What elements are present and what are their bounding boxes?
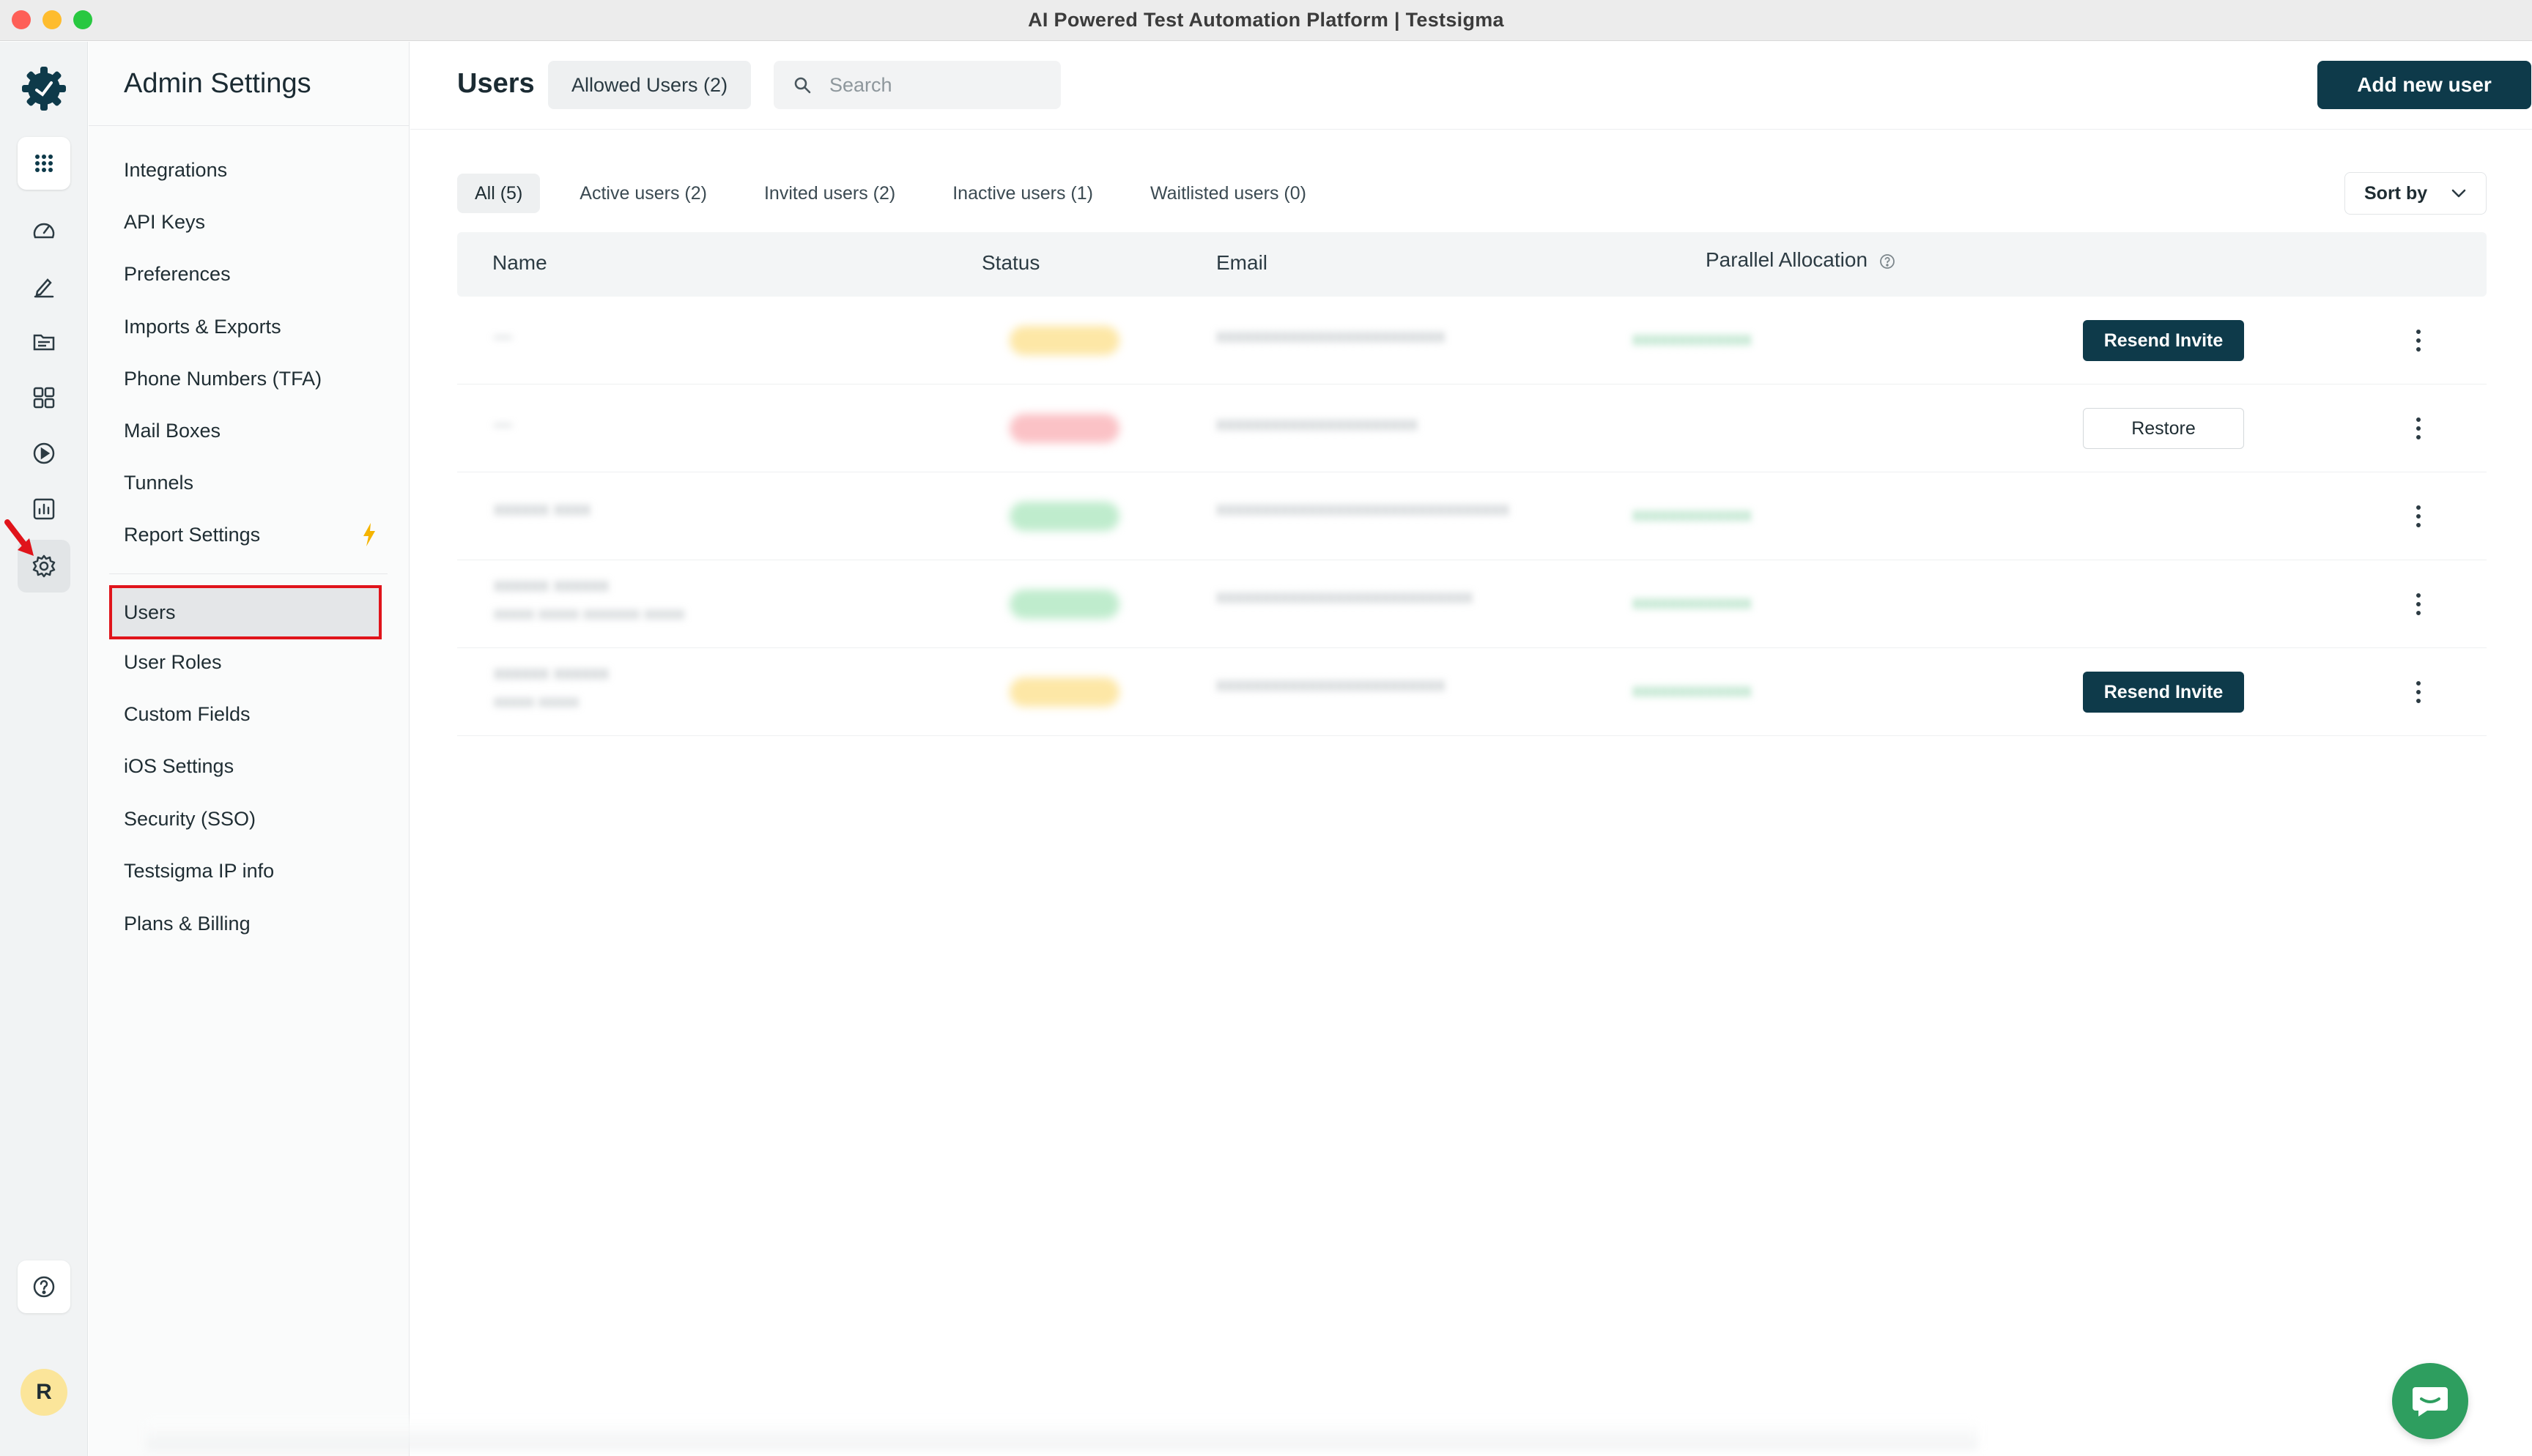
menu-item-imports-exports[interactable]: Imports & Exports	[124, 316, 281, 338]
tab-invited-users[interactable]: Invited users (2)	[747, 174, 913, 213]
column-email[interactable]: Email	[1216, 251, 1267, 275]
menu-item-phone-numbers[interactable]: Phone Numbers (TFA)	[124, 368, 322, 390]
page-header: Users Allowed Users (2) Add new user	[410, 42, 2532, 130]
search-icon	[794, 77, 811, 94]
search-input[interactable]	[829, 73, 1034, 97]
menu-item-report-settings[interactable]: Report Settings	[124, 524, 260, 546]
user-role-redacted: xxxxx xxxxx xxxxxxx xxxxx	[494, 604, 685, 623]
divider	[109, 573, 388, 574]
table-row[interactable]: xxxxxx xxxx xxxxxxxxxxxxxxxxxxxxxxxxxxxx…	[457, 472, 2487, 560]
table-header: Name Status Email Parallel Allocation	[457, 232, 2487, 297]
table-row[interactable]: xxxxxx xxxxxx xxxxx xxxxx xxxxxxx xxxxx …	[457, 560, 2487, 648]
admin-settings-menu: Admin Settings Integrations API Keys Pre…	[89, 42, 410, 1456]
tab-waitlisted-users[interactable]: Waitlisted users (0)	[1133, 174, 1324, 213]
menu-item-users-label: Users	[124, 601, 176, 623]
window-title: AI Powered Test Automation Platform | Te…	[1028, 9, 1504, 31]
resend-invite-button[interactable]: Resend Invite	[2083, 320, 2244, 361]
user-filter-tabs: All (5) Active users (2) Invited users (…	[457, 174, 1346, 213]
menu-item-ios-settings[interactable]: iOS Settings	[124, 755, 234, 778]
menu-item-users[interactable]: Users	[109, 585, 382, 639]
row-menu-icon[interactable]	[2410, 587, 2427, 622]
user-name-redacted: —	[494, 414, 512, 434]
maximize-window-button[interactable]	[73, 10, 92, 29]
column-parallel-allocation-label: Parallel Allocation	[1706, 248, 1868, 271]
main-content: Users Allowed Users (2) Add new user All…	[410, 42, 2532, 1456]
run-play-icon[interactable]	[26, 436, 62, 471]
sort-by-dropdown[interactable]: Sort by	[2344, 172, 2487, 215]
folder-icon[interactable]	[26, 324, 62, 360]
search-box[interactable]	[774, 61, 1061, 109]
menu-item-mail-boxes[interactable]: Mail Boxes	[124, 420, 221, 442]
lightning-bolt-icon	[363, 523, 375, 546]
user-email-redacted: xxxxxxxxxxxxxxxxxxxxxxxxxxxx	[1216, 587, 1473, 607]
table-row[interactable]: — xxxxxxxxxxxxxxxxxxxxxxxxx xxxxxxxxxxxx…	[457, 297, 2487, 385]
dashboard-icon[interactable]	[26, 213, 62, 248]
add-new-user-button[interactable]: Add new user	[2317, 61, 2531, 109]
row-menu-icon[interactable]	[2410, 499, 2427, 534]
menu-item-user-roles[interactable]: User Roles	[124, 651, 222, 674]
user-email-redacted: xxxxxxxxxxxxxxxxxxxxxx	[1216, 414, 1418, 434]
chat-bubble-icon	[2413, 1387, 2448, 1416]
parallel-allocation-value: xxxxxxxxxxxxx	[1632, 329, 1752, 349]
tab-inactive-users[interactable]: Inactive users (1)	[935, 174, 1111, 213]
user-email-redacted: xxxxxxxxxxxxxxxxxxxxxxxxx	[1216, 675, 1445, 695]
resend-invite-button[interactable]: Resend Invite	[2083, 672, 2244, 713]
user-name-redacted: xxxxxx xxxxxx	[494, 663, 609, 683]
user-name-redacted: xxxxxx xxxxxx	[494, 575, 609, 595]
menu-item-api-keys[interactable]: API Keys	[124, 211, 205, 234]
user-email-redacted: xxxxxxxxxxxxxxxxxxxxxxxxx	[1216, 326, 1445, 346]
menu-item-security-sso[interactable]: Security (SSO)	[124, 808, 256, 831]
parallel-allocation-value: xxxxxxxxxxxxx	[1632, 680, 1752, 701]
icon-rail: R	[0, 42, 88, 1456]
table-row[interactable]: xxxxxx xxxxxx xxxxx xxxxx xxxxxxxxxxxxxx…	[457, 648, 2487, 736]
menu-item-preferences[interactable]: Preferences	[124, 263, 231, 286]
user-name-redacted: —	[494, 326, 512, 346]
tab-all[interactable]: All (5)	[457, 174, 541, 213]
menu-item-tunnels[interactable]: Tunnels	[124, 472, 193, 494]
column-status[interactable]: Status	[982, 251, 1040, 275]
status-badge	[1010, 326, 1119, 355]
status-badge	[1010, 502, 1119, 531]
modules-grid-icon[interactable]	[26, 380, 62, 415]
sort-by-label: Sort by	[2364, 182, 2428, 204]
bottom-shadow	[147, 1421, 1978, 1450]
pointer-arrow-icon	[4, 519, 34, 556]
chevron-down-icon	[2451, 189, 2466, 198]
user-email-redacted: xxxxxxxxxxxxxxxxxxxxxxxxxxxxxxxx	[1216, 499, 1509, 519]
divider	[89, 125, 410, 126]
window-titlebar: AI Powered Test Automation Platform | Te…	[0, 0, 2532, 41]
settings-heading: Admin Settings	[124, 68, 311, 99]
row-menu-icon[interactable]	[2410, 675, 2427, 710]
status-badge	[1010, 414, 1119, 443]
tab-active-users[interactable]: Active users (2)	[562, 174, 725, 213]
allowed-users-button[interactable]: Allowed Users (2)	[548, 61, 752, 109]
menu-item-custom-fields[interactable]: Custom Fields	[124, 703, 251, 726]
pencil-icon[interactable]	[26, 269, 62, 304]
column-name[interactable]: Name	[492, 251, 547, 275]
restore-button[interactable]: Restore	[2083, 408, 2244, 449]
column-parallel-allocation[interactable]: Parallel Allocation	[1706, 248, 1895, 272]
table-row[interactable]: — xxxxxxxxxxxxxxxxxxxxxx Restore	[457, 385, 2487, 472]
status-badge	[1010, 590, 1119, 619]
user-name-redacted: xxxxxx xxxx	[494, 499, 591, 519]
row-menu-icon[interactable]	[2410, 411, 2427, 446]
menu-item-integrations[interactable]: Integrations	[124, 159, 227, 182]
status-badge	[1010, 677, 1119, 707]
testsigma-logo-icon[interactable]	[19, 64, 69, 114]
window-controls	[12, 10, 92, 29]
page-title: Users	[457, 68, 535, 99]
parallel-allocation-value: xxxxxxxxxxxxx	[1632, 505, 1752, 525]
apps-grid-icon[interactable]	[18, 137, 70, 190]
row-menu-icon[interactable]	[2410, 323, 2427, 358]
menu-item-plans-billing[interactable]: Plans & Billing	[124, 913, 251, 935]
minimize-window-button[interactable]	[42, 10, 62, 29]
parallel-allocation-value: xxxxxxxxxxxxx	[1632, 593, 1752, 613]
help-icon[interactable]	[18, 1260, 70, 1313]
user-role-redacted: xxxxx xxxxx	[494, 692, 580, 710]
info-help-icon[interactable]	[1879, 253, 1895, 270]
chat-support-button[interactable]	[2392, 1363, 2468, 1439]
close-window-button[interactable]	[12, 10, 31, 29]
user-avatar[interactable]: R	[21, 1369, 67, 1416]
menu-item-testsigma-ip-info[interactable]: Testsigma IP info	[124, 860, 274, 883]
